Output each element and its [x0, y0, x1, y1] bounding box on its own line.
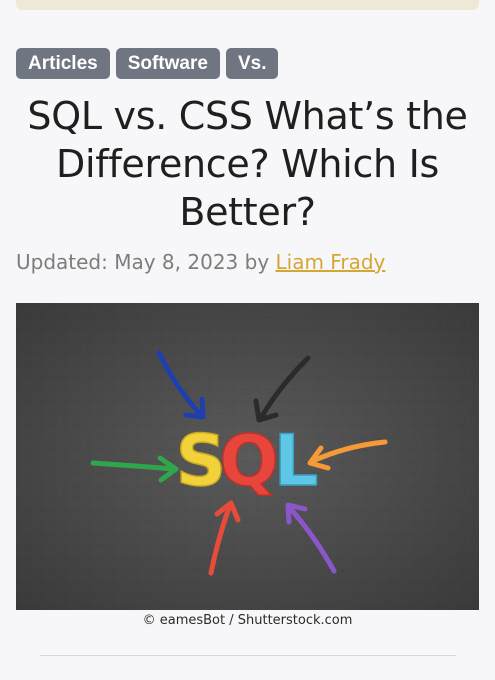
- hero-letter-q: Q: [219, 420, 279, 502]
- tag-software[interactable]: Software: [115, 48, 220, 79]
- image-credit: © eamesBot / Shutterstock.com: [142, 613, 353, 628]
- updated-date: Updated: May 8, 2023 by: [16, 250, 276, 274]
- hero-image: S Q L: [16, 303, 479, 610]
- section-divider: [40, 655, 456, 656]
- article-byline: Updated: May 8, 2023 by Liam Frady: [16, 250, 385, 274]
- hero-letter-l: L: [274, 420, 319, 502]
- category-tags: Articles Software Vs.: [16, 48, 279, 79]
- article-title: SQL vs. CSS What’s the Difference? Which…: [27, 94, 468, 234]
- top-banner-strip: [16, 0, 479, 10]
- tag-articles[interactable]: Articles: [16, 48, 110, 79]
- author-link[interactable]: Liam Frady: [276, 250, 386, 274]
- tag-vs[interactable]: Vs.: [225, 48, 279, 79]
